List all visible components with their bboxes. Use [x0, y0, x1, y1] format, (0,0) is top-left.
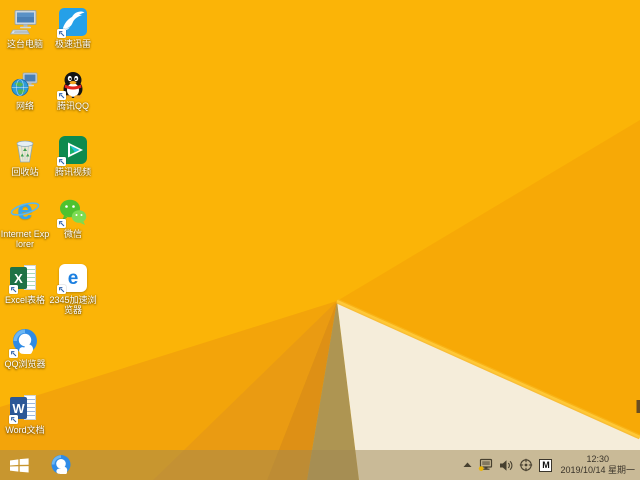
- clock-time: 12:30: [586, 454, 609, 464]
- word-letter: W: [12, 400, 25, 416]
- chevron-up-icon[interactable]: [463, 462, 472, 468]
- volume-icon[interactable]: [499, 459, 513, 472]
- qq-browser-icon: [51, 455, 71, 474]
- desktop-icon-label: 腾讯视频: [54, 167, 91, 177]
- start-button[interactable]: [0, 450, 38, 480]
- desktop-icon-word[interactable]: W Word文档: [0, 392, 50, 435]
- shortcut-arrow-icon: [57, 219, 66, 228]
- crosshair-icon[interactable]: [519, 458, 533, 472]
- shortcut-arrow-icon: [9, 285, 18, 294]
- system-tray: M 12:30 2019/10/14 星期一: [463, 454, 640, 476]
- desktop-icon-label: Internet Explorer: [0, 229, 50, 249]
- desktop-icon-label: Word文档: [5, 425, 45, 435]
- desktop-icon-label: 2345加速浏览器: [49, 295, 97, 315]
- input-method-letter: M: [542, 459, 550, 470]
- desktop-icon-wechat[interactable]: 微信: [48, 196, 98, 239]
- shortcut-arrow-icon: [57, 157, 66, 166]
- desktop-icon-label: 这台电脑: [6, 39, 43, 49]
- recycle-bin-icon: [9, 134, 41, 166]
- tencent-video-icon: [57, 134, 89, 166]
- qq-browser-icon: [9, 326, 41, 358]
- internet-explorer-icon: e: [9, 194, 41, 228]
- network-icon: [9, 68, 41, 100]
- clock-date: 2019/10/14 星期一: [560, 465, 635, 475]
- desktop-icon-2345-browser[interactable]: e 2345加速浏览器: [48, 262, 98, 315]
- shortcut-arrow-icon: [9, 349, 18, 358]
- taskbar: M 12:30 2019/10/14 星期一: [0, 450, 640, 480]
- desktop-icon-tencent-video[interactable]: 腾讯视频: [48, 134, 98, 177]
- desktop-icon-excel[interactable]: X Excel表格: [0, 262, 50, 305]
- watermark-fragment: [636, 400, 640, 413]
- desktop-icon-xunlei-thunder[interactable]: 极速迅雷: [48, 6, 98, 49]
- desktop-icon-label: 微信: [63, 229, 82, 239]
- desktop-icon-label: 极速迅雷: [54, 39, 91, 49]
- desktop-icon-label: 腾讯QQ: [56, 101, 89, 111]
- wechat-icon: [57, 196, 89, 228]
- desktop-icon-tencent-qq[interactable]: 腾讯QQ: [48, 68, 98, 111]
- desktop-icon-label: QQ浏览器: [4, 359, 46, 369]
- desktop-icon-recycle-bin[interactable]: 回收站: [0, 134, 50, 177]
- shortcut-arrow-icon: [57, 29, 66, 38]
- 2345-browser-icon: e: [57, 262, 89, 294]
- word-icon: W: [9, 392, 41, 424]
- qq-browser-taskbar-button[interactable]: [44, 450, 78, 480]
- desktop-icon-label: 回收站: [11, 167, 39, 177]
- desktop-icon-label: Excel表格: [4, 295, 45, 305]
- shortcut-arrow-icon: [57, 91, 66, 100]
- tencent-qq-icon: [57, 68, 89, 100]
- excel-icon: X: [9, 262, 41, 294]
- excel-letter: X: [14, 270, 23, 286]
- input-method-indicator[interactable]: M: [539, 458, 553, 472]
- xunlei-thunder-icon: [57, 6, 89, 38]
- desktop[interactable]: 这台电脑 网络 回收站 e Internet Explorer X Excel表…: [0, 0, 640, 480]
- desktop-icon-internet-explorer[interactable]: e Internet Explorer: [0, 194, 50, 249]
- shortcut-arrow-icon: [57, 285, 66, 294]
- desktop-icon-qq-browser[interactable]: QQ浏览器: [0, 326, 50, 369]
- desktop-icon-network[interactable]: 网络: [0, 68, 50, 111]
- desktop-icon-this-pc[interactable]: 这台电脑: [0, 6, 50, 49]
- this-pc-icon: [9, 6, 41, 38]
- shortcut-arrow-icon: [9, 415, 18, 424]
- network-status-icon[interactable]: [478, 458, 493, 472]
- taskbar-clock[interactable]: 12:30 2019/10/14 星期一: [560, 454, 635, 476]
- windows-logo-icon: [9, 457, 29, 473]
- desktop-icon-label: 网络: [15, 101, 34, 111]
- 2345-letter: e: [67, 267, 79, 289]
